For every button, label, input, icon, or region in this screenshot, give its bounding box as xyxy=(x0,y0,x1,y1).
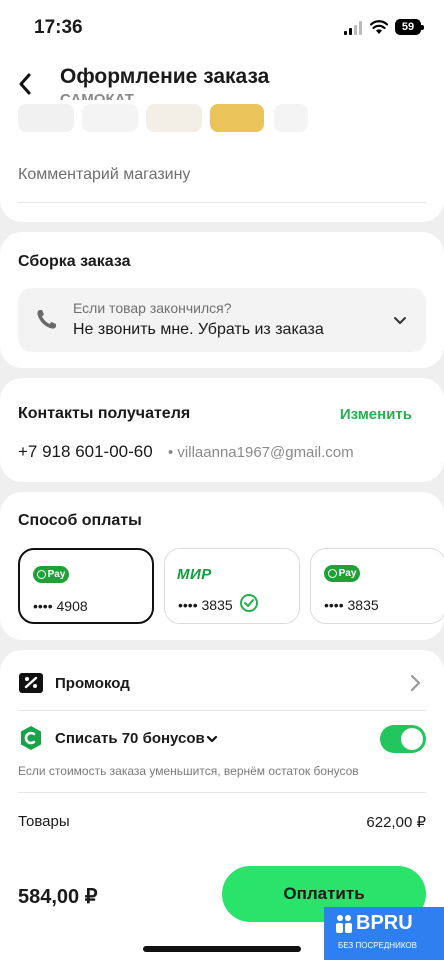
divider xyxy=(18,710,426,711)
sberpay-logo: Pay xyxy=(33,566,69,583)
home-indicator xyxy=(143,946,301,952)
product-thumbnail[interactable] xyxy=(146,104,202,132)
card-number: •••• 3835 xyxy=(324,597,379,613)
divider xyxy=(18,792,426,793)
bonus-icon xyxy=(21,726,41,750)
section-title: Способ оплаты xyxy=(18,512,142,529)
goods-value: 622,00 ₽ xyxy=(366,814,426,831)
order-total: 584,00 ₽ xyxy=(18,886,98,908)
chevron-left-icon xyxy=(19,73,31,95)
bonus-toggle[interactable] xyxy=(380,725,426,753)
page-title: Оформление заказа xyxy=(60,65,270,88)
status-bar: 17:36 59 xyxy=(0,0,444,56)
out-of-stock-value: Не звонить мне. Убрать из заказа xyxy=(73,321,324,338)
signal-icon xyxy=(344,21,362,35)
check-circle-icon xyxy=(240,594,258,612)
contact-phone: +7 918 601-00-60 xyxy=(18,442,153,461)
contact-email: • villaanna1967@gmail.com xyxy=(168,444,354,461)
assembly-card: Сборка заказа Если товар закончился? Не … xyxy=(0,232,444,368)
battery-icon: 59 xyxy=(395,19,424,35)
product-thumbnails xyxy=(0,104,444,136)
sberpay-logo: Pay xyxy=(324,565,360,582)
status-time: 17:36 xyxy=(34,17,83,38)
product-thumbnail[interactable] xyxy=(210,104,264,132)
watermark-name: BPRU xyxy=(356,912,413,934)
chevron-right-icon[interactable] xyxy=(408,674,422,692)
store-comment-input[interactable]: Комментарий магазину xyxy=(18,166,190,184)
goods-label: Товары xyxy=(18,813,70,830)
payment-option[interactable]: Pay •••• 4908 xyxy=(18,548,154,624)
toggle-knob xyxy=(401,728,423,750)
product-thumbnail[interactable] xyxy=(274,104,308,132)
wifi-icon xyxy=(370,20,388,34)
watermark-badge: BPRU БЕЗ ПОСРЕДНИКОВ xyxy=(324,907,444,960)
promo-code-row[interactable]: Промокод xyxy=(55,675,130,692)
discounts-card: Промокод Списать 70 бонусов Если стоимос… xyxy=(0,650,444,880)
bonus-label[interactable]: Списать 70 бонусов xyxy=(55,730,205,747)
product-thumbnail[interactable] xyxy=(18,104,74,132)
bonus-hint: Если стоимость заказа уменьшится, вернём… xyxy=(18,764,359,778)
change-contacts-link[interactable]: Изменить xyxy=(340,406,412,423)
chevron-down-icon[interactable] xyxy=(205,732,219,746)
watermark-tagline: БЕЗ ПОСРЕДНИКОВ xyxy=(338,941,417,950)
section-title: Контакты получателя xyxy=(18,405,191,422)
product-thumbnail[interactable] xyxy=(82,104,138,132)
people-icon xyxy=(336,915,352,933)
payment-option[interactable]: МИР •••• 3835 xyxy=(164,548,300,624)
phone-icon xyxy=(37,310,56,329)
payment-option[interactable]: Pay •••• 3835 xyxy=(310,548,444,624)
chevron-down-icon xyxy=(394,317,406,324)
section-title: Сборка заказа xyxy=(18,253,131,270)
divider xyxy=(18,202,426,203)
mir-logo: МИР xyxy=(177,566,212,583)
out-of-stock-question: Если товар закончился? xyxy=(73,300,232,316)
card-number: •••• 3835 xyxy=(178,597,233,613)
payment-card: Способ оплаты Pay •••• 4908 МИР •••• 383… xyxy=(0,492,444,640)
out-of-stock-select[interactable]: Если товар закончился? Не звонить мне. У… xyxy=(18,288,426,352)
back-button[interactable] xyxy=(10,66,40,102)
contacts-card: Контакты получателя Изменить +7 918 601-… xyxy=(0,378,444,482)
card-number: •••• 4908 xyxy=(33,598,88,614)
promo-ticket-icon xyxy=(19,673,43,693)
